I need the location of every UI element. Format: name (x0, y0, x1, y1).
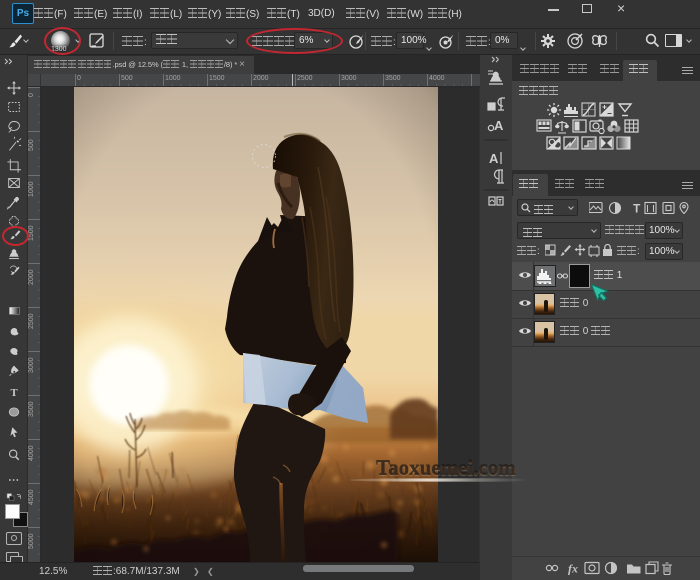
svg-text:T: T (633, 202, 641, 216)
svg-text:fx: fx (568, 562, 578, 576)
svg-text:T: T (10, 388, 17, 399)
svg-text:A: A (494, 118, 504, 133)
svg-text:A: A (489, 151, 499, 166)
